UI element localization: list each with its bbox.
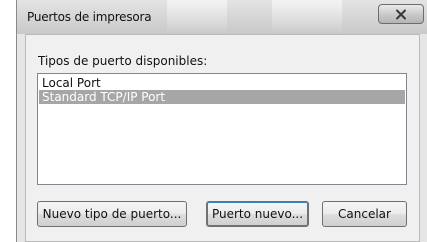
close-icon [396, 9, 406, 19]
title-bar[interactable]: Puertos de impresora [17, 0, 427, 34]
port-types-list[interactable]: Local Port Standard TCP/IP Port [37, 73, 407, 185]
new-port-type-button[interactable]: Nuevo tipo de puerto... [37, 201, 187, 227]
title-bar-glare [272, 0, 342, 34]
list-item-local-port[interactable]: Local Port [39, 76, 405, 90]
list-item-standard-tcpip-port[interactable]: Standard TCP/IP Port [39, 90, 405, 104]
dialog-content: Tipos de puerto disponibles: Local Port … [25, 34, 420, 242]
title-bar-glare [167, 0, 227, 34]
available-port-types-label: Tipos de puerto disponibles: [38, 54, 208, 68]
cancel-button[interactable]: Cancelar [322, 201, 407, 227]
window-title: Puertos de impresora [27, 10, 152, 24]
new-port-button[interactable]: Puerto nuevo... [206, 201, 309, 227]
printer-ports-dialog: Puertos de impresora Tipos de puerto dis… [16, 0, 427, 242]
close-button[interactable] [378, 4, 424, 24]
